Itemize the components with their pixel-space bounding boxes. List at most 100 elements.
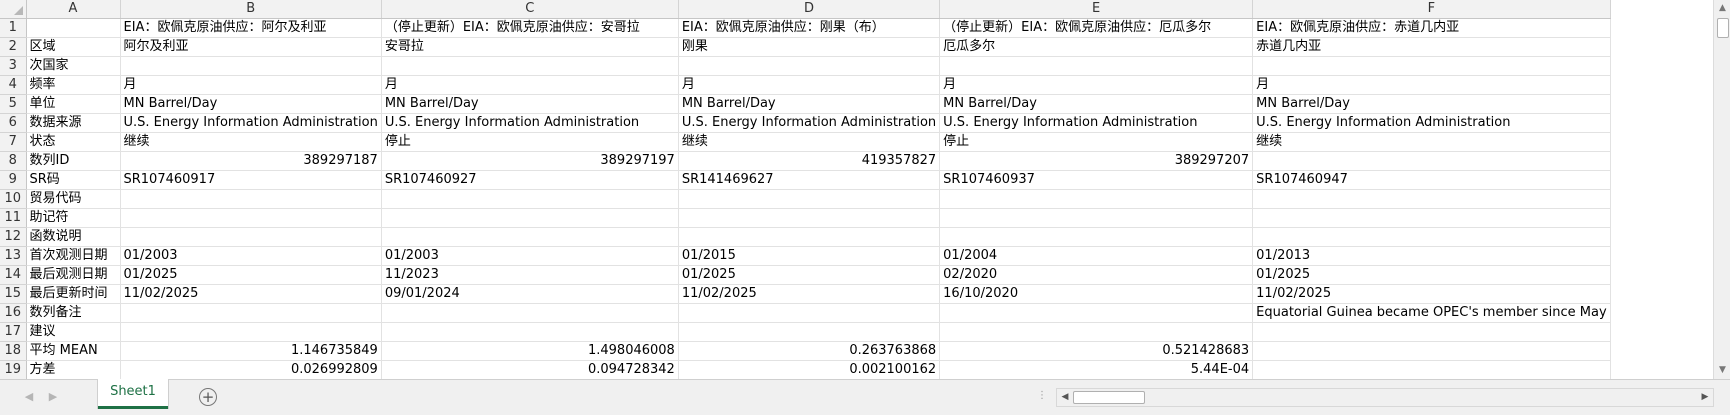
cell[interactable]: 01/2013 bbox=[1252, 246, 1611, 266]
cell[interactable]: 09/01/2024 bbox=[381, 284, 679, 304]
arrow-up-icon[interactable]: ▲ bbox=[1714, 0, 1730, 17]
cell[interactable] bbox=[939, 56, 1254, 76]
row-header[interactable]: 2 bbox=[0, 37, 27, 57]
cell[interactable]: MN Barrel/Day bbox=[678, 94, 941, 114]
row-header[interactable]: 15 bbox=[0, 284, 27, 304]
cell[interactable] bbox=[1252, 322, 1611, 342]
cell[interactable]: （停止更新）EIA：欧佩克原油供应：厄瓜多尔 bbox=[939, 18, 1254, 38]
cell[interactable]: 阿尔及利亚 bbox=[120, 37, 382, 57]
cell[interactable]: 助记符 bbox=[26, 208, 121, 228]
cell[interactable]: 刚果 bbox=[678, 37, 941, 57]
cell[interactable] bbox=[678, 208, 941, 228]
column-header[interactable]: C bbox=[381, 0, 679, 19]
cell[interactable] bbox=[381, 56, 679, 76]
row-header[interactable]: 9 bbox=[0, 170, 27, 190]
cell[interactable]: 数列备注 bbox=[26, 303, 121, 323]
row-header[interactable]: 12 bbox=[0, 227, 27, 247]
cell[interactable] bbox=[381, 227, 679, 247]
cell[interactable]: 11/02/2025 bbox=[120, 284, 382, 304]
cell[interactable]: 首次观测日期 bbox=[26, 246, 121, 266]
cell[interactable]: 389297187 bbox=[120, 151, 382, 171]
row-header[interactable]: 14 bbox=[0, 265, 27, 285]
row-header[interactable]: 6 bbox=[0, 113, 27, 133]
cell[interactable]: 01/2004 bbox=[939, 246, 1254, 266]
cell[interactable]: 1.146735849 bbox=[120, 341, 382, 361]
cell[interactable]: 11/02/2025 bbox=[678, 284, 941, 304]
row-header[interactable]: 5 bbox=[0, 94, 27, 114]
cell[interactable]: 继续 bbox=[678, 132, 941, 152]
cell[interactable] bbox=[120, 189, 382, 209]
row-header[interactable]: 13 bbox=[0, 246, 27, 266]
spreadsheet-grid[interactable]: A B C D E F 1 EIA：欧佩克原油供应：阿尔及利亚 （停止更新）EIA：… bbox=[0, 0, 1713, 379]
cell[interactable]: 继续 bbox=[120, 132, 382, 152]
cell[interactable]: 频率 bbox=[26, 75, 121, 95]
cell[interactable]: EIA：欧佩克原油供应：刚果（布） bbox=[678, 18, 941, 38]
sheet-tab-sheet1[interactable]: Sheet1 bbox=[98, 379, 168, 409]
column-header[interactable]: A bbox=[26, 0, 121, 19]
cell[interactable]: 16/10/2020 bbox=[939, 284, 1254, 304]
cell[interactable]: SR码 bbox=[26, 170, 121, 190]
cell[interactable]: 月 bbox=[678, 75, 941, 95]
cell[interactable]: 数据来源 bbox=[26, 113, 121, 133]
cell[interactable] bbox=[120, 56, 382, 76]
cell[interactable]: 月 bbox=[381, 75, 679, 95]
cell[interactable]: 01/2025 bbox=[120, 265, 382, 285]
row-header[interactable]: 3 bbox=[0, 56, 27, 76]
plus-circle-icon[interactable]: + bbox=[199, 388, 217, 406]
cell[interactable]: 最后更新时间 bbox=[26, 284, 121, 304]
cell[interactable]: SR141469627 bbox=[678, 170, 941, 190]
cell[interactable]: SR107460937 bbox=[939, 170, 1254, 190]
cell[interactable]: 5.44E-04 bbox=[939, 360, 1254, 379]
cell[interactable]: 停止 bbox=[939, 132, 1254, 152]
column-header[interactable]: F bbox=[1252, 0, 1611, 19]
vertical-scrollbar[interactable]: ▲ ▼ bbox=[1713, 0, 1730, 379]
cell[interactable] bbox=[26, 18, 121, 38]
cell[interactable]: 单位 bbox=[26, 94, 121, 114]
cell[interactable]: 02/2020 bbox=[939, 265, 1254, 285]
cell[interactable]: 0.094728342 bbox=[381, 360, 679, 379]
arrow-down-icon[interactable]: ▼ bbox=[1714, 362, 1730, 379]
cell[interactable]: 最后观测日期 bbox=[26, 265, 121, 285]
cell[interactable] bbox=[381, 208, 679, 228]
cell[interactable] bbox=[939, 227, 1254, 247]
cell[interactable]: U.S. Energy Information Administration bbox=[678, 113, 941, 133]
cell[interactable] bbox=[381, 303, 679, 323]
cell[interactable]: 1.498046008 bbox=[381, 341, 679, 361]
column-header[interactable]: B bbox=[120, 0, 382, 19]
cell[interactable]: 赤道几内亚 bbox=[1252, 37, 1611, 57]
cell[interactable] bbox=[1252, 341, 1611, 361]
cell[interactable] bbox=[939, 189, 1254, 209]
tab-splitter-handle[interactable]: ⋮ bbox=[1037, 390, 1047, 401]
cell[interactable]: 建议 bbox=[26, 322, 121, 342]
row-header[interactable]: 11 bbox=[0, 208, 27, 228]
cell[interactable]: 厄瓜多尔 bbox=[939, 37, 1254, 57]
cell[interactable] bbox=[1252, 151, 1611, 171]
cell[interactable]: U.S. Energy Information Administration bbox=[1252, 113, 1611, 133]
cell[interactable]: 次国家 bbox=[26, 56, 121, 76]
cell[interactable] bbox=[120, 208, 382, 228]
cell[interactable]: MN Barrel/Day bbox=[120, 94, 382, 114]
cell[interactable]: 01/2025 bbox=[678, 265, 941, 285]
cell[interactable]: 区域 bbox=[26, 37, 121, 57]
horizontal-scrollbar[interactable]: ◀ ▶ bbox=[1056, 388, 1714, 407]
cell[interactable] bbox=[939, 208, 1254, 228]
cell[interactable]: 数列ID bbox=[26, 151, 121, 171]
cell[interactable]: 389297197 bbox=[381, 151, 679, 171]
cell[interactable]: 函数说明 bbox=[26, 227, 121, 247]
cell[interactable] bbox=[939, 322, 1254, 342]
cell[interactable]: U.S. Energy Information Administration bbox=[120, 113, 382, 133]
cell[interactable]: 01/2003 bbox=[120, 246, 382, 266]
cell[interactable]: 月 bbox=[939, 75, 1254, 95]
cell[interactable]: 方差 bbox=[26, 360, 121, 379]
cell[interactable]: U.S. Energy Information Administration bbox=[381, 113, 679, 133]
cell[interactable]: 停止 bbox=[381, 132, 679, 152]
cell[interactable]: 月 bbox=[1252, 75, 1611, 95]
cell[interactable]: 11/2023 bbox=[381, 265, 679, 285]
cell[interactable]: SR107460917 bbox=[120, 170, 382, 190]
arrow-right-icon[interactable]: ▶ bbox=[1697, 389, 1713, 406]
row-header[interactable]: 17 bbox=[0, 322, 27, 342]
row-header[interactable]: 7 bbox=[0, 132, 27, 152]
vertical-scroll-thumb[interactable] bbox=[1717, 18, 1729, 38]
cell[interactable]: 11/02/2025 bbox=[1252, 284, 1611, 304]
cell[interactable]: SR107460927 bbox=[381, 170, 679, 190]
